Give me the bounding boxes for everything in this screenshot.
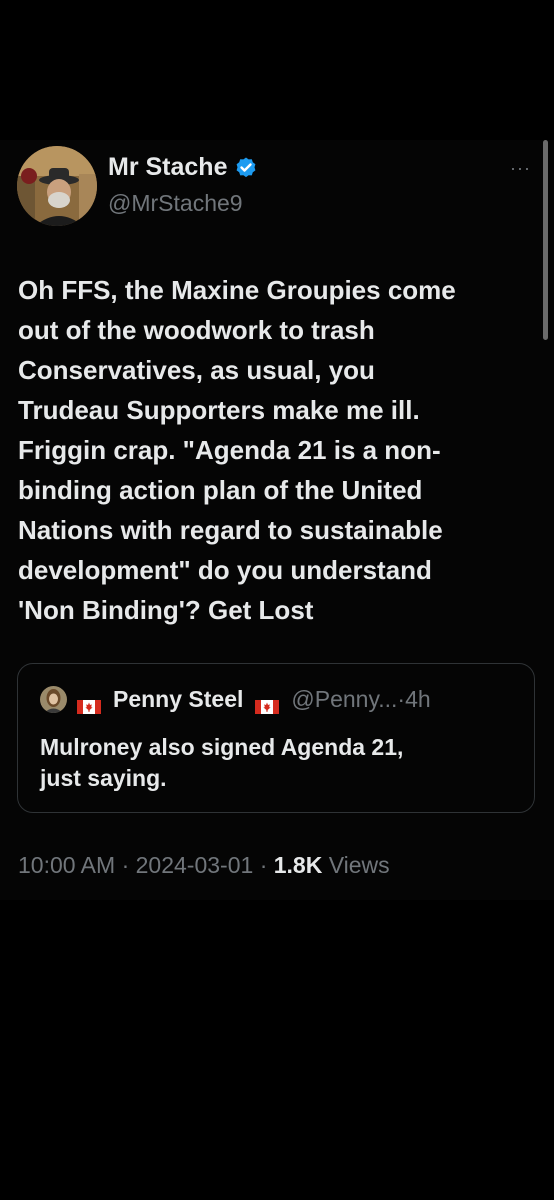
quoted-tweet-text: Mulroney also signed Agenda 21, just say… [40, 732, 510, 794]
quoted-tweet-card[interactable]: Penny Steel @Penny... · 4h Mulroney also… [17, 663, 535, 813]
tweet-text-line: Oh FFS, the Maxine Groupies come [18, 275, 456, 305]
scrollbar[interactable] [543, 140, 548, 340]
views-label: Views [328, 852, 390, 878]
quoted-text-line: Mulroney also signed Agenda 21, [40, 734, 404, 760]
quoted-author-name[interactable]: Penny Steel [113, 686, 243, 713]
canada-flag-icon [77, 693, 101, 714]
quoted-avatar-image [40, 686, 67, 713]
author-display-name[interactable]: Mr Stache [108, 153, 258, 182]
tweet-text-line: binding action plan of the United [18, 475, 423, 505]
avatar-image [17, 146, 97, 226]
tweet-text-line: Conservatives, as usual, you [18, 355, 375, 385]
canada-flag-icon [255, 693, 280, 714]
tweet-text-line: Friggin crap. "Agenda 21 is a non- [18, 435, 441, 465]
meta-separator: · [259, 852, 268, 878]
quoted-tweet-header: Penny Steel @Penny... · 4h [40, 686, 431, 714]
author-handle[interactable]: @MrStache9 [108, 190, 243, 217]
quoted-separator: · [397, 686, 406, 712]
tweet-text-line: Trudeau Supporters make me ill. [18, 395, 420, 425]
author-avatar[interactable] [17, 146, 97, 226]
meta-separator: · [121, 852, 130, 878]
quoted-author-handle[interactable]: @Penny... [291, 686, 397, 713]
tweet-text-line: Nations with regard to sustainable [18, 515, 443, 545]
quoted-author-avatar[interactable] [40, 686, 67, 713]
tweet-time[interactable]: 10:00 AM [18, 852, 115, 878]
tweet-meta: 10:00 AM · 2024-03-01 · 1.8K Views [18, 852, 390, 879]
tweet-date[interactable]: 2024-03-01 [136, 852, 254, 878]
more-options-icon[interactable]: ··· [510, 158, 531, 179]
tweet-text: Oh FFS, the Maxine Groupies come out of … [18, 270, 543, 630]
views-count[interactable]: 1.8K [274, 852, 323, 878]
quoted-text-line: just saying. [40, 765, 167, 791]
tweet-detail-screen: Mr Stache @MrStache9 ··· Oh FFS, the Max… [0, 0, 554, 1200]
display-name-text[interactable]: Mr Stache [108, 153, 227, 182]
tweet-text-line: out of the woodwork to trash [18, 315, 375, 345]
quoted-timestamp[interactable]: 4h [405, 686, 431, 713]
tweet-text-line: development" do you understand [18, 555, 432, 585]
verified-badge-icon [234, 156, 258, 180]
tweet-text-line: 'Non Binding'? Get Lost [18, 595, 314, 625]
